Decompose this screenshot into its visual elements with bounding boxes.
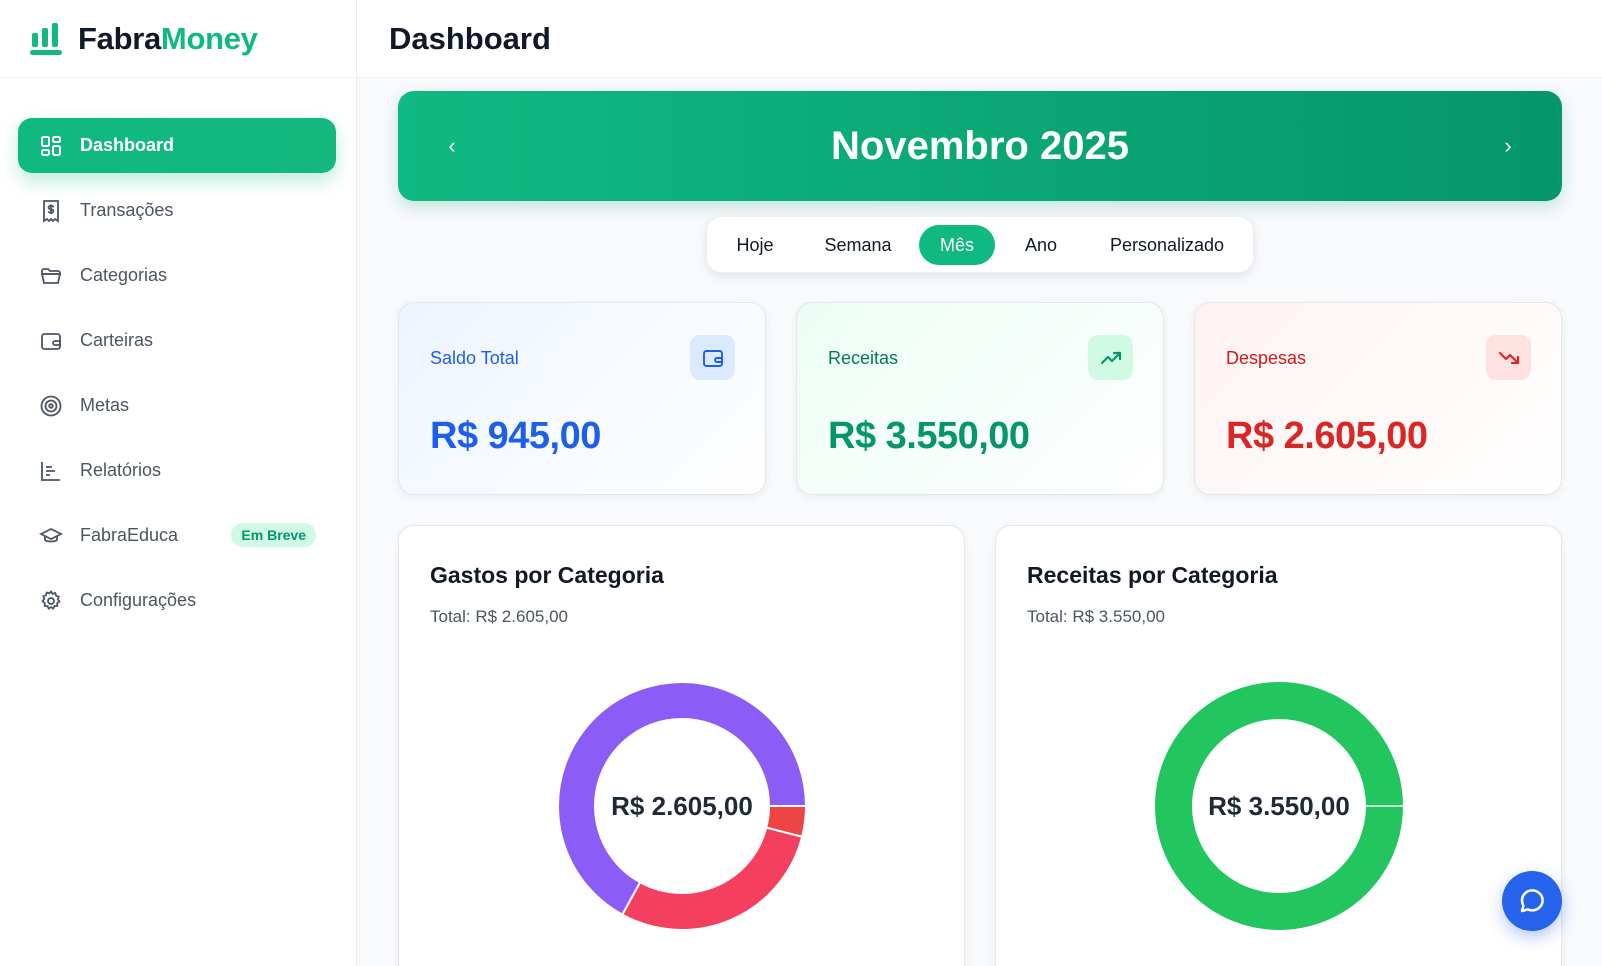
- donut-center-value: R$ 3.550,00: [1208, 790, 1350, 821]
- expenses-by-category-card: Gastos por Categoria Total: R$ 2.605,00 …: [398, 525, 965, 966]
- donut-center: R$ 3.550,00: [1154, 681, 1404, 931]
- sidebar-item-fabraeduca[interactable]: FabraEduca Em Breve: [18, 508, 336, 563]
- gear-icon: [38, 588, 64, 614]
- chart-total: Total: R$ 2.605,00: [430, 607, 568, 626]
- expense-label: Despesas: [1226, 348, 1307, 368]
- current-month-label: Novembro 2025: [831, 123, 1129, 168]
- sidebar-item-label: Categorias: [80, 265, 168, 285]
- top-bar: Dashboard: [357, 0, 1602, 78]
- wallet-icon: [690, 335, 735, 380]
- brand-name-part2: Money: [160, 20, 258, 56]
- expense-value: R$ 2.605,00: [1226, 415, 1428, 457]
- graduation-cap-icon: [38, 523, 64, 549]
- expense-card: Despesas R$ 2.605,00: [1194, 302, 1562, 495]
- sidebar-item-carteiras[interactable]: Carteiras: [18, 313, 336, 368]
- wallet-icon: [38, 328, 64, 354]
- tab-hoje[interactable]: Hoje: [717, 225, 793, 265]
- sidebar-item-label: Carteiras: [80, 330, 154, 350]
- income-card: Receitas R$ 3.550,00: [796, 302, 1164, 495]
- chart-title: Receitas por Categoria: [1027, 562, 1278, 588]
- sidebar-item-label: Metas: [80, 395, 130, 415]
- folder-icon: [38, 263, 64, 289]
- sidebar-item-categorias[interactable]: Categorias: [18, 248, 336, 303]
- sidebar-item-dashboard[interactable]: Dashboard: [18, 118, 336, 173]
- trending-up-icon: [1088, 335, 1133, 380]
- brand-name-part1: Fabra: [78, 20, 161, 56]
- target-icon: [38, 393, 64, 419]
- balance-value: R$ 945,00: [430, 415, 601, 457]
- month-selector: ‹ Novembro 2025 ›: [398, 91, 1562, 201]
- tab-ano[interactable]: Ano: [1005, 225, 1077, 265]
- trending-down-icon: [1486, 335, 1531, 380]
- tab-semana[interactable]: Semana: [802, 225, 914, 265]
- income-value: R$ 3.550,00: [828, 415, 1030, 457]
- sidebar-item-label: Configurações: [80, 590, 197, 610]
- sidebar-item-relatorios[interactable]: Relatórios: [18, 443, 336, 498]
- income-label: Receitas: [828, 348, 899, 368]
- balance-label: Saldo Total: [430, 348, 519, 368]
- next-month-button[interactable]: ›: [1488, 126, 1528, 166]
- soon-badge: Em Breve: [231, 523, 316, 547]
- brand-name: FabraMoney: [78, 21, 258, 57]
- prev-month-button[interactable]: ‹: [432, 126, 472, 166]
- sidebar-item-label: Transações: [80, 200, 174, 220]
- bar-chart-logo-icon: [30, 22, 62, 55]
- chart-title: Gastos por Categoria: [430, 562, 664, 588]
- sidebar: FabraMoney Dashboard Transações Categori…: [0, 0, 357, 966]
- chat-bubble-icon: [1520, 889, 1544, 913]
- sidebar-item-configuracoes[interactable]: Configurações: [18, 573, 336, 628]
- income-by-category-card: Receitas por Categoria Total: R$ 3.550,0…: [995, 525, 1562, 966]
- bar-chart-icon: [38, 458, 64, 484]
- tab-mes[interactable]: Mês: [919, 225, 995, 265]
- sidebar-item-transacoes[interactable]: Transações: [18, 183, 336, 238]
- receipt-icon: [38, 198, 64, 224]
- balance-card: Saldo Total R$ 945,00: [398, 302, 766, 495]
- tab-personalizado[interactable]: Personalizado: [1087, 225, 1247, 265]
- sidebar-item-label: FabraEduca: [80, 525, 179, 545]
- sidebar-item-label: Relatórios: [80, 460, 162, 480]
- donut-center-value: R$ 2.605,00: [611, 790, 753, 821]
- sidebar-item-label: Dashboard: [80, 135, 175, 155]
- brand-logo[interactable]: FabraMoney: [0, 0, 356, 78]
- sidebar-nav: Dashboard Transações Categorias Carteira…: [0, 78, 356, 628]
- period-filter-tabs: Hoje Semana Mês Ano Personalizado: [706, 216, 1254, 273]
- chart-total: Total: R$ 3.550,00: [1027, 607, 1165, 626]
- page-title: Dashboard: [389, 20, 551, 56]
- sidebar-item-metas[interactable]: Metas: [18, 378, 336, 433]
- dashboard-icon: [38, 133, 64, 159]
- donut-center: R$ 2.605,00: [557, 681, 807, 931]
- chat-button[interactable]: [1502, 871, 1562, 931]
